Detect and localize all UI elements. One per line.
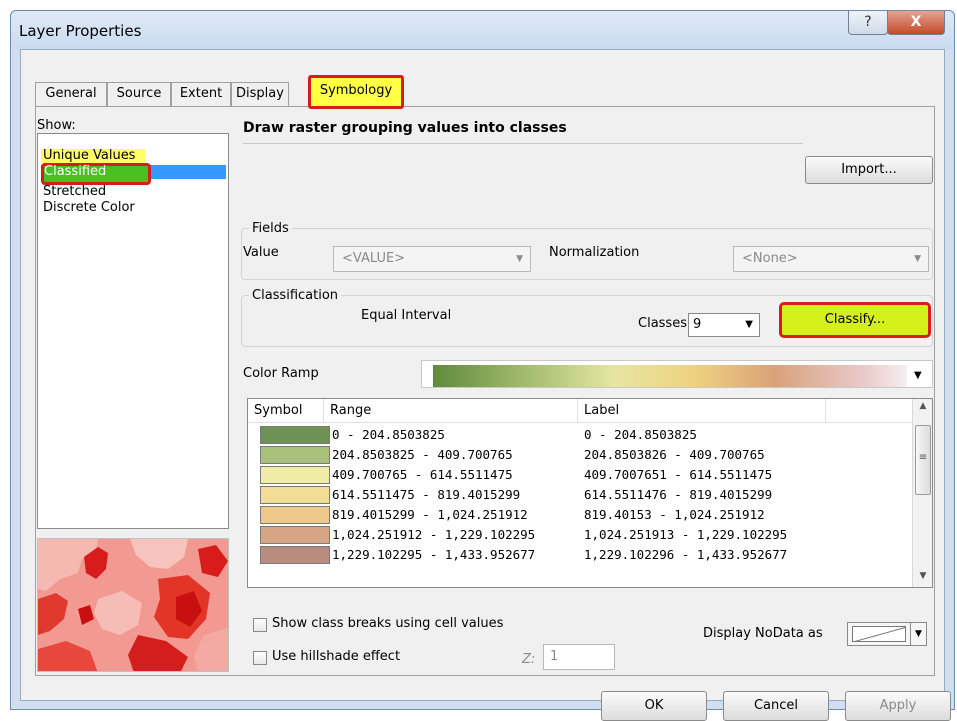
scroll-thumb[interactable]: ≡ bbox=[915, 425, 931, 495]
class-table[interactable]: Symbol Range Label 0 - 204.8503825 0 - 20… bbox=[247, 398, 933, 588]
normalization-text: <None> bbox=[742, 251, 798, 266]
class-label-cell[interactable]: 614.5511476 - 819.4015299 bbox=[584, 487, 772, 502]
table-row[interactable]: 409.700765 - 614.5511475 409.7007651 - 61… bbox=[248, 465, 912, 485]
class-symbol-swatch[interactable] bbox=[260, 526, 330, 544]
window-title: Layer Properties bbox=[19, 22, 142, 40]
class-label-cell[interactable]: 0 - 204.8503825 bbox=[584, 427, 697, 442]
tab-extent[interactable]: Extent bbox=[171, 82, 231, 106]
color-ramp-label: Color Ramp bbox=[243, 366, 319, 381]
scroll-up-arrow-icon[interactable]: ▲ bbox=[913, 401, 932, 411]
table-header: Symbol Range Label bbox=[248, 399, 912, 423]
normalization-dropdown[interactable]: <None> ▼ bbox=[733, 246, 929, 272]
classes-value: 9 bbox=[693, 317, 702, 332]
close-button[interactable]: X bbox=[887, 11, 945, 35]
nodata-color-picker[interactable]: ▼ bbox=[847, 622, 927, 646]
raster-preview-graphic bbox=[38, 539, 228, 671]
color-ramp-swatch[interactable] bbox=[433, 365, 907, 387]
heading-divider bbox=[243, 143, 803, 144]
column-header-range[interactable]: Range bbox=[324, 399, 578, 423]
class-range-cell[interactable]: 614.5511475 - 819.4015299 bbox=[332, 487, 520, 502]
layer-properties-window: Layer Properties ? X General Source Exte… bbox=[10, 10, 955, 721]
table-row[interactable]: 819.4015299 - 1,024.251912 819.40153 - 1,… bbox=[248, 505, 912, 525]
show-item-stretched[interactable]: Stretched bbox=[41, 185, 226, 199]
class-symbol-swatch[interactable] bbox=[260, 506, 330, 524]
hillshade-checkbox[interactable] bbox=[253, 651, 267, 665]
tab-display[interactable]: Display bbox=[231, 82, 289, 106]
chevron-down-icon: ▼ bbox=[914, 254, 921, 264]
class-range-cell[interactable]: 409.700765 - 614.5511475 bbox=[332, 467, 513, 482]
class-range-cell[interactable]: 204.8503825 - 409.700765 bbox=[332, 447, 513, 462]
chevron-down-icon: ▼ bbox=[516, 254, 523, 264]
column-header-empty bbox=[826, 399, 912, 423]
class-range-cell[interactable]: 0 - 204.8503825 bbox=[332, 427, 445, 442]
value-field-dropdown[interactable]: <VALUE> ▼ bbox=[333, 246, 531, 272]
chevron-down-icon[interactable]: ▼ bbox=[914, 370, 922, 381]
classification-legend: Classification bbox=[249, 288, 342, 303]
class-symbol-swatch[interactable] bbox=[260, 546, 330, 564]
apply-button[interactable]: Apply bbox=[845, 691, 951, 721]
class-label-cell[interactable]: 819.40153 - 1,024.251912 bbox=[584, 507, 765, 522]
class-range-cell[interactable]: 1,024.251912 - 1,229.102295 bbox=[332, 527, 535, 542]
nodata-label: Display NoData as bbox=[703, 626, 823, 641]
raster-preview-image bbox=[37, 538, 229, 672]
value-field-text: <VALUE> bbox=[342, 251, 406, 266]
class-label-cell[interactable]: 409.7007651 - 614.5511475 bbox=[584, 467, 772, 482]
column-header-symbol[interactable]: Symbol bbox=[248, 399, 324, 423]
class-symbol-swatch[interactable] bbox=[260, 446, 330, 464]
grip-icon: ≡ bbox=[918, 452, 928, 463]
show-item-discrete-color[interactable]: Discrete Color bbox=[41, 201, 226, 215]
classification-method: Equal Interval bbox=[361, 308, 452, 323]
class-range-cell[interactable]: 819.4015299 - 1,024.251912 bbox=[332, 507, 528, 522]
z-factor-input[interactable]: 1 bbox=[543, 644, 615, 670]
class-label-cell[interactable]: 204.8503826 - 409.700765 bbox=[584, 447, 765, 462]
dialog-client-area: General Source Extent Display Symbology … bbox=[20, 49, 951, 721]
class-symbol-swatch[interactable] bbox=[260, 466, 330, 484]
column-header-label[interactable]: Label bbox=[578, 399, 826, 423]
class-range-cell[interactable]: 1,229.102295 - 1,433.952677 bbox=[332, 547, 535, 562]
show-label: Show: bbox=[37, 118, 76, 133]
cancel-button[interactable]: Cancel bbox=[723, 691, 829, 721]
title-bar[interactable]: Layer Properties ? X bbox=[11, 11, 954, 49]
table-row[interactable]: 1,229.102295 - 1,433.952677 1,229.102296 … bbox=[248, 545, 912, 565]
classes-dropdown[interactable]: 9 ▼ bbox=[688, 313, 760, 337]
scroll-down-arrow-icon[interactable]: ▼ bbox=[913, 571, 932, 581]
chevron-down-icon[interactable]: ▼ bbox=[910, 623, 926, 645]
class-label-cell[interactable]: 1,024.251913 - 1,229.102295 bbox=[584, 527, 787, 542]
table-row[interactable]: 0 - 204.8503825 0 - 204.8503825 bbox=[248, 425, 912, 445]
no-color-icon bbox=[854, 627, 905, 641]
table-row[interactable]: 1,024.251912 - 1,229.102295 1,024.251913 … bbox=[248, 525, 912, 545]
nodata-color-swatch bbox=[852, 626, 906, 642]
value-label: Value bbox=[243, 245, 279, 260]
show-item-unique-values[interactable]: Unique Values bbox=[41, 149, 145, 163]
show-class-breaks-checkbox[interactable] bbox=[253, 618, 267, 632]
table-row[interactable]: 204.8503825 - 409.700765 204.8503826 - 40… bbox=[248, 445, 912, 465]
classify-button[interactable]: Classify... bbox=[779, 302, 931, 338]
class-symbol-swatch[interactable] bbox=[260, 486, 330, 504]
hillshade-label[interactable]: Use hillshade effect bbox=[272, 649, 400, 664]
class-label-cell[interactable]: 1,229.102296 - 1,433.952677 bbox=[584, 547, 787, 562]
fields-legend: Fields bbox=[249, 221, 292, 236]
class-symbol-swatch[interactable] bbox=[260, 426, 330, 444]
tab-source[interactable]: Source bbox=[107, 82, 171, 106]
import-button[interactable]: Import... bbox=[805, 156, 933, 184]
chevron-down-icon: ▼ bbox=[745, 319, 753, 330]
normalization-label: Normalization bbox=[549, 245, 640, 260]
z-factor-label: Z: bbox=[522, 652, 536, 667]
show-item-classified[interactable]: Classified bbox=[44, 165, 106, 179]
table-row[interactable]: 614.5511475 - 819.4015299 614.5511476 - 8… bbox=[248, 485, 912, 505]
ok-button[interactable]: OK bbox=[601, 691, 707, 721]
help-button[interactable]: ? bbox=[848, 11, 888, 35]
classes-label: Classes bbox=[638, 316, 687, 331]
show-list[interactable]: Unique Values Classified Stretched Discr… bbox=[37, 133, 229, 529]
renderer-heading: Draw raster grouping values into classes bbox=[243, 120, 567, 136]
tab-symbology[interactable]: Symbology bbox=[308, 75, 404, 109]
show-class-breaks-label[interactable]: Show class breaks using cell values bbox=[272, 616, 503, 631]
tab-general[interactable]: General bbox=[35, 82, 107, 106]
table-scrollbar[interactable]: ▲ ≡ ▼ bbox=[912, 399, 932, 587]
